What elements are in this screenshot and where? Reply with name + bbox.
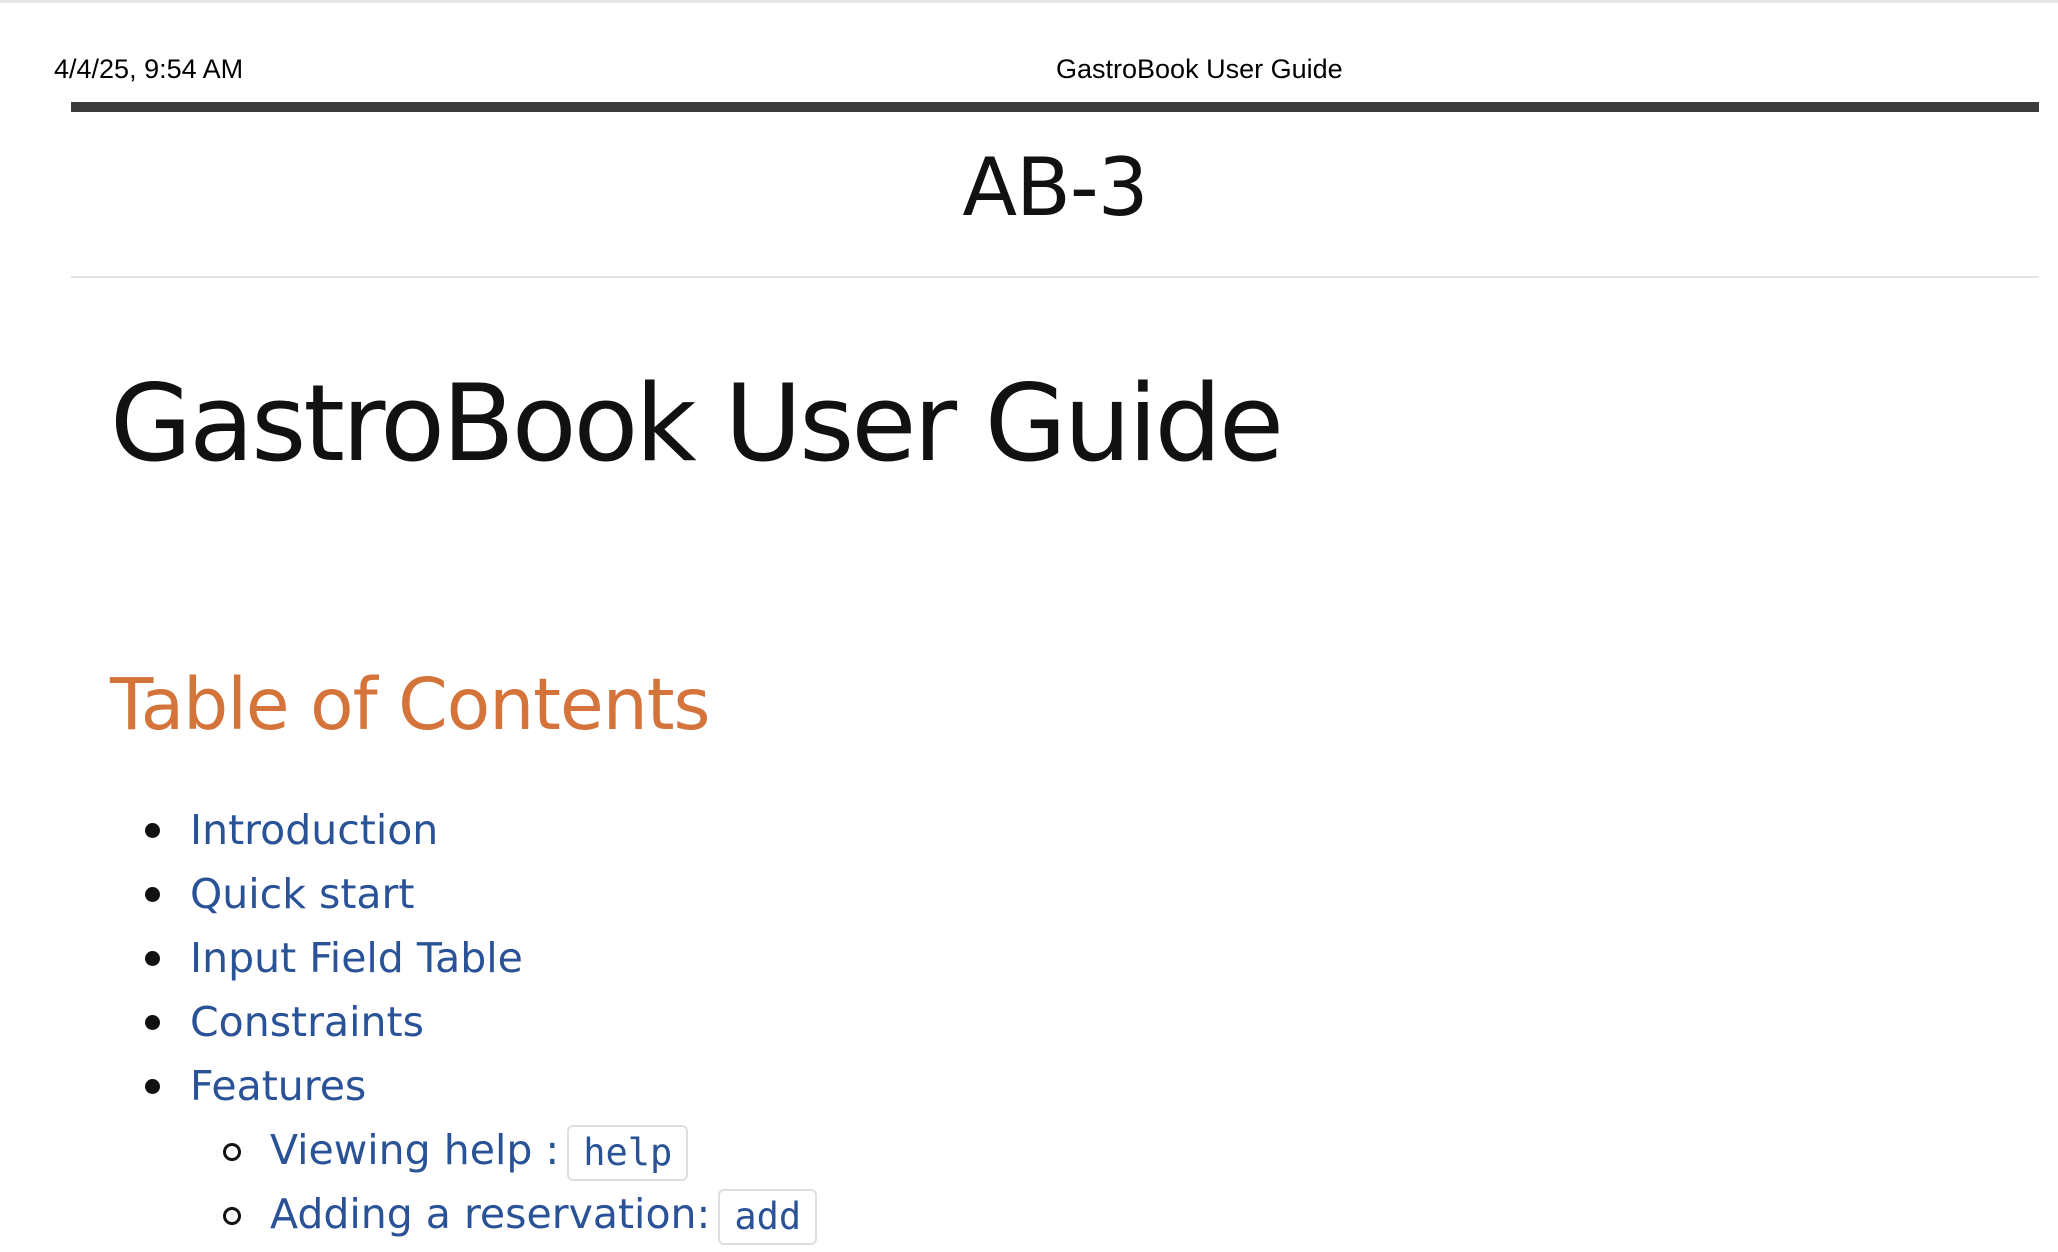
toc-link-introduction[interactable]: Introduction	[190, 806, 438, 854]
toc-item-input-field-table: Input Field Table	[110, 932, 817, 996]
site-nav-bar	[71, 102, 2039, 112]
hollow-bullet-icon	[223, 1207, 241, 1225]
code-add[interactable]: add	[718, 1189, 818, 1245]
toc-link-constraints[interactable]: Constraints	[190, 998, 424, 1046]
print-date: 4/4/25, 9:54 AM	[54, 54, 244, 84]
code-help[interactable]: help	[567, 1125, 689, 1181]
toc-subitem-viewing-help: Viewing help : help	[110, 1124, 817, 1188]
toc-list: Introduction Quick start Input Field Tab…	[110, 804, 818, 1252]
bullet-icon	[145, 951, 160, 966]
toc-subitem-adding-reservation: Adding a reservation: add	[110, 1188, 818, 1252]
bullet-icon	[145, 887, 160, 902]
toc-link-input-field-table[interactable]: Input Field Table	[190, 934, 523, 982]
toc-link-adding-reservation[interactable]: Adding a reservation:	[270, 1190, 710, 1238]
print-header: 4/4/25, 9:54 AM GastroBook User Guide	[0, 52, 2058, 90]
toc-sub-list: Viewing help : help Adding a reservation:…	[110, 1124, 818, 1252]
site-header-divider	[71, 276, 2039, 278]
print-document-title: GastroBook User Guide	[1056, 54, 1343, 84]
toc-item-introduction: Introduction	[110, 804, 817, 868]
toc-item-features: Features	[110, 1060, 817, 1124]
site-title[interactable]: AB-3	[71, 140, 2039, 236]
toc-item-quick-start: Quick start	[110, 868, 817, 932]
hollow-bullet-icon	[223, 1143, 241, 1161]
bullet-icon	[145, 1015, 160, 1030]
toc-features-subitems: Viewing help : help Adding a reservation:…	[110, 1124, 818, 1252]
toc-item-constraints: Constraints	[110, 996, 817, 1060]
bullet-icon	[145, 823, 160, 838]
toc-link-features[interactable]: Features	[190, 1062, 366, 1110]
toc-heading: Table of Contents	[110, 663, 711, 746]
bullet-icon	[145, 1079, 160, 1094]
toc-link-viewing-help[interactable]: Viewing help :	[270, 1126, 559, 1174]
toc-link-quick-start[interactable]: Quick start	[190, 870, 414, 918]
window-top-edge	[0, 0, 2058, 3]
page-title: GastroBook User Guide	[110, 362, 1284, 485]
